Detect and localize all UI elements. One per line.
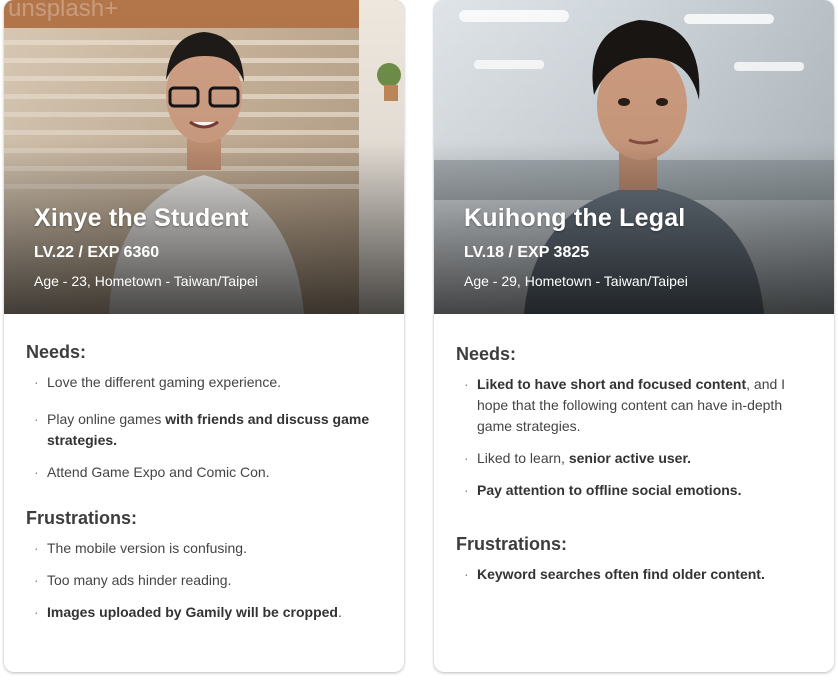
- frustrations-title: Frustrations:: [26, 508, 138, 528]
- frustration-item: · Keyword searches often find older conte…: [464, 566, 765, 582]
- persona-name: Kuihong the Legal: [464, 204, 686, 232]
- needs-title: Needs:: [26, 342, 87, 362]
- persona-meta: Age - 29, Hometown - Taiwan/Taipei: [464, 273, 688, 289]
- needs-item: · Pay attention to offline social emotion…: [464, 482, 742, 498]
- persona-card-xinye: unsplash+ Xinye the Student LV.22 / EXP …: [4, 0, 404, 672]
- needs-item: · Attend Game Expo and Comic Con.: [34, 464, 270, 480]
- persona-name: Xinye the Student: [34, 204, 249, 232]
- needs-item: · Liked to have short and focused content…: [464, 376, 786, 434]
- persona-meta: Age - 23, Hometown - Taiwan/Taipei: [34, 273, 258, 289]
- persona-card-kuihong: Kuihong the Legal LV.18 / EXP 3825 Age -…: [434, 0, 834, 672]
- needs-title: Needs:: [456, 344, 517, 364]
- frustration-item: · The mobile version is confusing.: [34, 540, 247, 556]
- photo-watermark: unsplash+: [8, 0, 118, 22]
- persona-level: LV.22 / EXP 6360: [34, 244, 160, 261]
- frustration-item: · Too many ads hinder reading.: [34, 572, 232, 588]
- needs-item: · Love the different gaming experience.: [34, 374, 282, 390]
- frustrations-list: · The mobile version is confusing. · Too m…: [26, 538, 382, 623]
- frustrations-list: · Keyword searches often find older conte…: [456, 564, 812, 585]
- persona-photo: Kuihong the Legal LV.18 / EXP 3825 Age -…: [434, 0, 834, 314]
- needs-list: · Liked to have short and focused content…: [456, 374, 812, 501]
- frustration-item: · Images uploaded by Gamily will be cropp…: [34, 604, 342, 620]
- frustrations-title: Frustrations:: [456, 534, 568, 554]
- needs-item: · Liked to learn, senior active user.: [464, 450, 692, 466]
- persona-level: LV.18 / EXP 3825: [464, 244, 590, 261]
- needs-list: · Love the different gaming experience. ·…: [26, 372, 382, 483]
- needs-item: · Play online games with friends and disc…: [34, 411, 370, 448]
- persona-photo: unsplash+ Xinye the Student LV.22 / EXP …: [4, 0, 404, 314]
